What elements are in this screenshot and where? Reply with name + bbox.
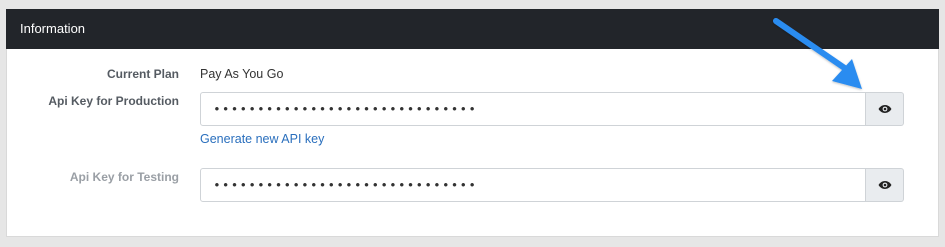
testing-key-label: Api Key for Testing <box>69 170 179 184</box>
testing-key-group <box>200 168 904 202</box>
production-key-label: Api Key for Production <box>48 94 179 108</box>
testing-key-input[interactable] <box>200 168 866 202</box>
current-plan-value: Pay As You Go <box>200 67 284 81</box>
production-key-group <box>200 92 904 126</box>
production-key-input[interactable] <box>200 92 866 126</box>
eye-icon <box>878 105 891 113</box>
panel-title: Information <box>20 21 86 36</box>
eye-icon <box>878 181 891 189</box>
current-plan-label: Current Plan <box>106 67 179 81</box>
production-reveal-button[interactable] <box>866 92 904 126</box>
annotation-arrow <box>773 18 862 89</box>
testing-reveal-button[interactable] <box>866 168 904 202</box>
generate-api-key-link[interactable]: Generate new API key <box>200 132 324 146</box>
